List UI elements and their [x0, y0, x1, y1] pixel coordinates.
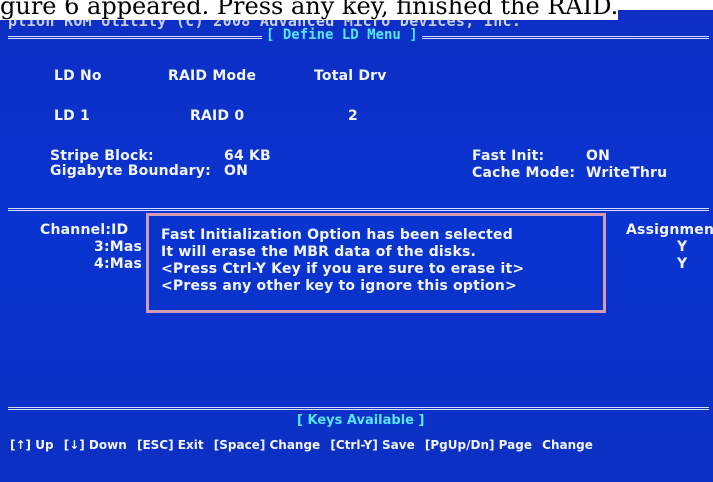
dialog-line: Fast Initialization Option has been sele… [161, 227, 513, 243]
bios-screen: ption ROM Utility (c) 2008 Advanced Micr… [0, 10, 713, 482]
document-caption: gure 6 appeared. Press any key, finished… [0, 0, 713, 21]
key-down[interactable]: [↓] Down [64, 438, 127, 452]
cache-mode-value[interactable]: WriteThru [586, 165, 667, 181]
fast-init-value[interactable]: ON [586, 148, 610, 164]
key-change[interactable]: [Space] Change [214, 438, 320, 452]
assignment-header: Assignment [626, 222, 713, 238]
key-up[interactable]: [↑] Up [10, 438, 54, 452]
key-save[interactable]: [Ctrl-Y] Save [330, 438, 414, 452]
dialog-line: It will erase the MBR data of the disks. [161, 244, 477, 260]
dialog-prompt-ignore: <Press any other key to ignore this opti… [161, 278, 517, 294]
channel-item[interactable]: 3:Mas [94, 239, 142, 255]
ld-no-value[interactable]: LD 1 [54, 108, 90, 124]
middle-divider [8, 208, 709, 211]
fast-init-confirm-dialog: Fast Initialization Option has been sele… [146, 213, 606, 313]
total-drv-header: Total Drv [314, 68, 387, 84]
keys-available-title: [ Keys Available ] [293, 413, 429, 428]
channel-id-header: Channel:ID [40, 222, 129, 238]
dialog-prompt-confirm: <Press Ctrl-Y Key if you are sure to era… [161, 261, 525, 277]
key-page[interactable]: [PgUp/Dn] Page [425, 438, 532, 452]
gigabyte-boundary-label: Gigabyte Boundary: [50, 163, 211, 179]
menu-title: [ Define LD Menu ] [262, 27, 422, 43]
assignment-value[interactable]: Y [677, 256, 687, 272]
cache-mode-label: Cache Mode: [472, 165, 576, 181]
keys-bar: [↑] Up [↓] Down [ESC] Exit [Space] Chang… [10, 438, 713, 452]
gigabyte-boundary-value[interactable]: ON [224, 163, 248, 179]
raid-mode-value[interactable]: RAID 0 [190, 108, 244, 124]
fast-init-label: Fast Init: [472, 148, 545, 164]
stripe-block-label: Stripe Block: [50, 148, 154, 164]
assignment-value[interactable]: Y [677, 239, 687, 255]
raid-mode-header: RAID Mode [168, 68, 257, 84]
key-page-change[interactable]: Change [542, 438, 593, 452]
channel-item[interactable]: 4:Mas [94, 256, 142, 272]
ld-no-header: LD No [54, 68, 102, 84]
total-drv-value[interactable]: 2 [348, 108, 358, 124]
bottom-divider [8, 407, 709, 410]
key-exit[interactable]: [ESC] Exit [137, 438, 204, 452]
stripe-block-value[interactable]: 64 KB [224, 148, 271, 164]
